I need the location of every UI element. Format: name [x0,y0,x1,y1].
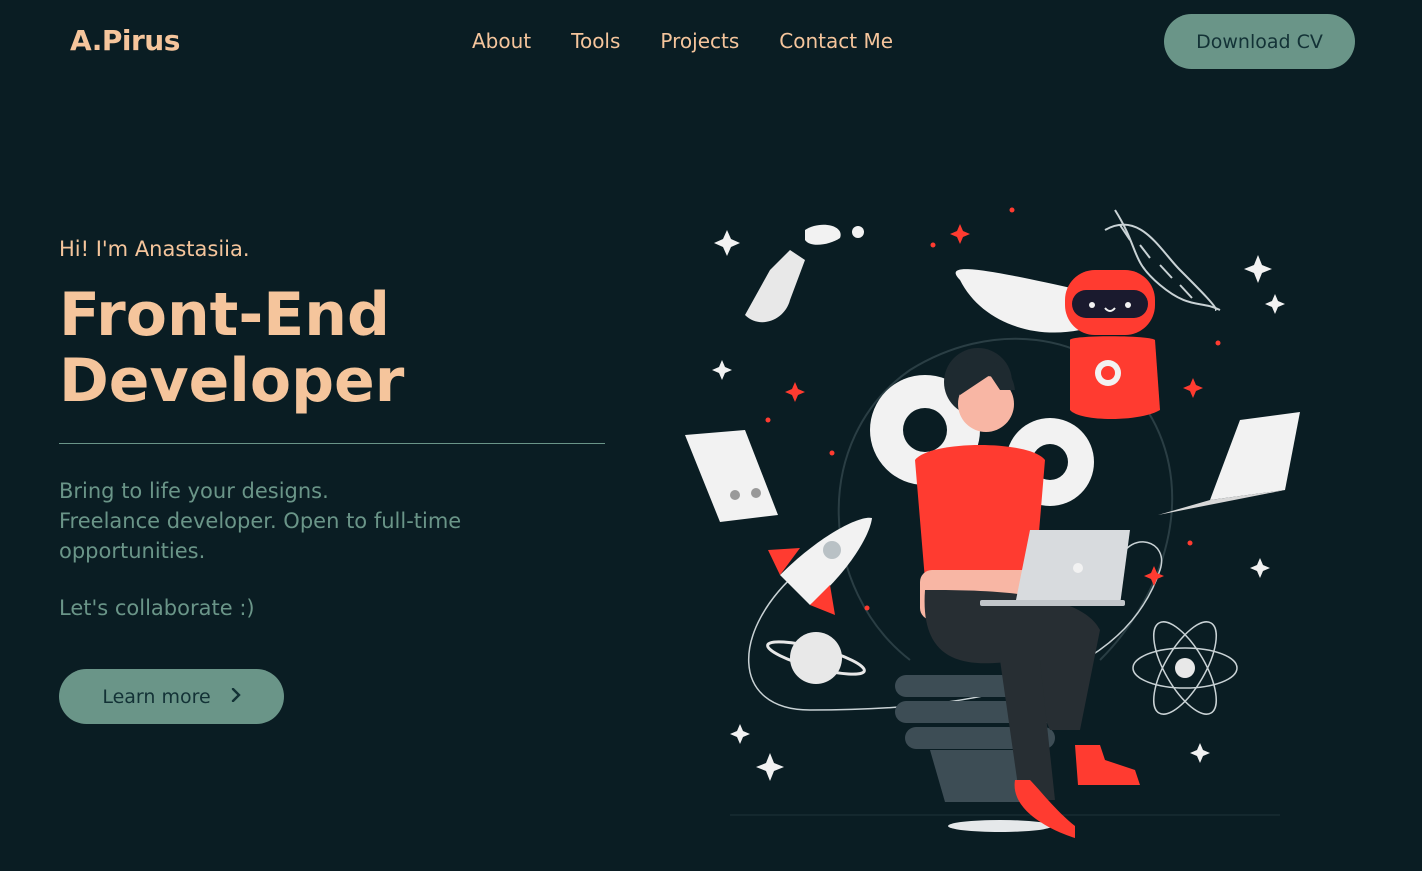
atom-icon [1132,621,1238,715]
hero-desc-line1: Bring to life your designs. [59,479,329,503]
learn-more-label: Learn more [102,685,211,708]
nav-contact-me[interactable]: Contact Me [779,29,893,53]
hero-greeting: Hi! I'm Anastasiia. [59,237,250,261]
hero-desc-line2: Freelance developer. Open to full-time o… [59,509,462,563]
nav-about[interactable]: About [472,29,531,53]
hero-title: Front-End Developer [59,282,619,414]
rocket-icon [768,517,872,615]
phone-icon [685,430,778,522]
learn-more-button[interactable]: Learn more [59,669,284,724]
planet-icon [766,632,866,684]
hero-collab-text: Let's collaborate :) [59,596,255,620]
hero-title-line1: Front-End [59,280,390,350]
laptop-icon [1158,412,1300,515]
nav-tools[interactable]: Tools [571,29,620,53]
hero-divider [59,443,605,444]
developer-illustration [685,207,1300,838]
hero-title-line2: Developer [59,346,405,416]
main-nav: About Tools Projects Contact Me [472,29,893,53]
site-logo[interactable]: A.Pirus [70,24,180,57]
nav-projects[interactable]: Projects [660,29,739,53]
hero-description: Bring to life your designs. Freelance de… [59,476,539,566]
chevron-right-icon [231,687,241,706]
download-cv-button[interactable]: Download CV [1164,14,1355,69]
beaker-icon [745,224,864,323]
